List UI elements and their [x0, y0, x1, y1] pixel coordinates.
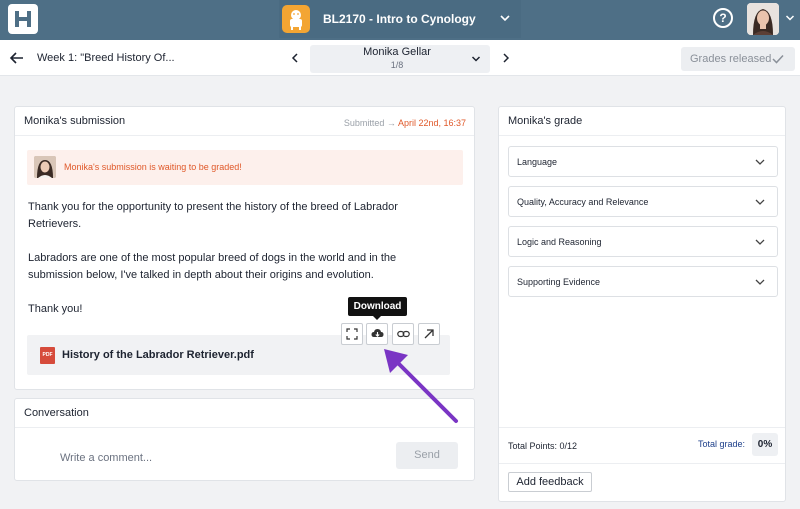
copy-link-button[interactable] — [392, 323, 414, 345]
waiting-message: Monika's submission is waiting to be gra… — [64, 162, 242, 172]
chevron-down-icon — [755, 159, 765, 165]
open-external-icon — [424, 329, 434, 339]
student-avatar — [34, 156, 56, 178]
grade-title: Monika's grade — [499, 107, 785, 136]
open-external-button[interactable] — [418, 323, 440, 345]
course-selector[interactable]: BL2170 - Intro to Cynology — [279, 0, 521, 38]
top-navigation-bar: BL2170 - Intro to Cynology ? — [0, 0, 800, 40]
criterion-quality[interactable]: Quality, Accuracy and Relevance — [508, 186, 778, 217]
course-avatar — [282, 5, 310, 33]
total-grade-label: Total grade: — [698, 439, 746, 449]
assignment-title[interactable]: Week 1: "Breed History Of... — [37, 52, 175, 64]
criterion-language[interactable]: Language — [508, 146, 778, 177]
comment-input[interactable]: Write a comment... — [60, 452, 152, 464]
pdf-icon: PDF — [40, 347, 55, 364]
link-icon — [397, 330, 410, 338]
download-tooltip: Download — [348, 297, 407, 316]
tooltip-arrow — [372, 315, 382, 320]
chevron-down-icon — [755, 199, 765, 205]
chevron-down-icon — [755, 279, 765, 285]
student-photo — [34, 156, 56, 178]
app-logo[interactable] — [8, 4, 38, 34]
submitted-label: Submitted — [343, 118, 385, 128]
send-button[interactable]: Send — [396, 442, 458, 469]
criterion-label: Quality, Accuracy and Relevance — [517, 197, 649, 207]
check-icon — [772, 54, 784, 64]
criterion-label: Logic and Reasoning — [517, 237, 602, 247]
submission-paragraph: Thank you for the opportunity to present… — [28, 201, 398, 230]
waiting-banner: Monika's submission is waiting to be gra… — [27, 150, 463, 185]
grade-card: Monika's grade Language Quality, Accurac… — [498, 106, 786, 502]
grades-released-button[interactable]: Grades released — [681, 47, 795, 71]
fullscreen-button[interactable] — [341, 323, 363, 345]
grading-toolbar: Week 1: "Breed History Of... Monika Gell… — [0, 40, 800, 76]
criterion-evidence[interactable]: Supporting Evidence — [508, 266, 778, 297]
student-position: 1/8 — [390, 60, 404, 70]
user-photo — [747, 3, 779, 35]
download-button[interactable] — [366, 323, 388, 345]
download-icon — [371, 329, 384, 337]
divider — [499, 463, 785, 464]
submitted-date: April 22nd, 16:37 — [397, 118, 466, 128]
criterion-label: Supporting Evidence — [517, 277, 601, 287]
previous-student-icon[interactable] — [289, 51, 301, 65]
criterion-label: Language — [517, 157, 558, 167]
criterion-logic[interactable]: Logic and Reasoning — [508, 226, 778, 257]
logo-icon — [15, 11, 31, 27]
total-grade-value: 0% — [752, 433, 778, 456]
chevron-down-icon[interactable] — [785, 13, 795, 23]
submission-paragraph: Labradors are one of the most popular br… — [28, 252, 397, 281]
next-student-icon[interactable] — [500, 51, 512, 65]
arrow-right-icon: → — [386, 118, 398, 128]
student-selector[interactable]: Monika Gellar 1/8 — [310, 45, 490, 73]
attachment-name[interactable]: History of the Labrador Retriever.pdf — [62, 349, 254, 361]
chevron-down-icon — [755, 239, 765, 245]
help-icon[interactable]: ? — [713, 8, 733, 28]
add-feedback-button[interactable]: Add feedback — [508, 472, 592, 492]
dog-icon — [290, 10, 302, 30]
course-title: BL2170 - Intro to Cynology — [323, 12, 476, 26]
chevron-down-icon — [500, 15, 510, 22]
total-points: Total Points: 0/12 — [508, 441, 578, 451]
chevron-down-icon — [471, 56, 481, 62]
divider — [499, 427, 785, 428]
submitted-meta: Submitted → April 22nd, 16:37 — [344, 118, 466, 128]
grades-released-label: Grades released — [690, 53, 772, 65]
fullscreen-icon — [346, 328, 358, 340]
student-name: Monika Gellar — [363, 46, 431, 58]
back-arrow-icon[interactable] — [6, 47, 28, 69]
annotation-arrow-icon — [384, 349, 458, 423]
user-avatar[interactable] — [747, 3, 779, 35]
